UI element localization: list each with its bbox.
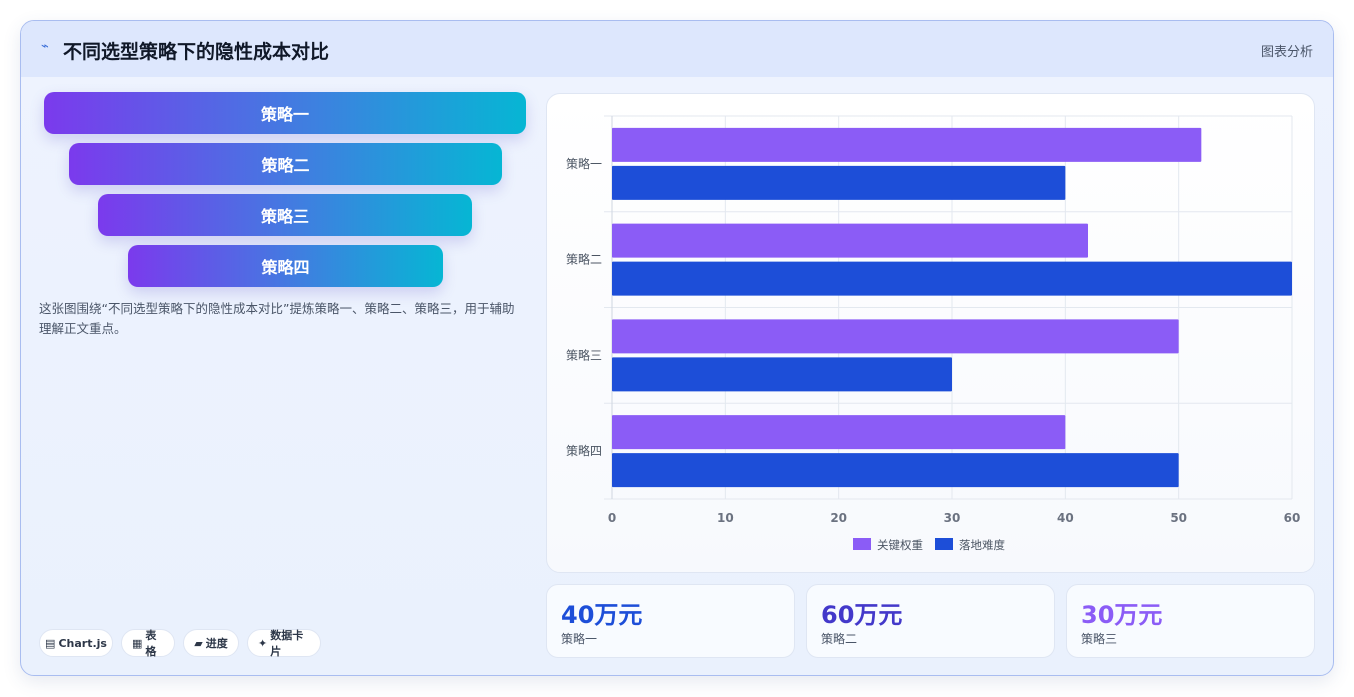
card-icon: ✦ (258, 636, 268, 650)
chip-label: Chart.js (58, 636, 107, 650)
x-tick-label: 20 (830, 511, 847, 525)
x-tick-label: 0 (608, 511, 616, 525)
legend-swatch (853, 538, 871, 550)
y-tick-label: 策略三 (566, 347, 602, 362)
progress-icon: ▰ (194, 636, 203, 650)
page-title: 不同选型策略下的隐性成本对比 (63, 41, 330, 63)
chip-table[interactable]: ▦ 表格 (121, 629, 175, 658)
stat-card-1: 40万元 策略一 (546, 584, 795, 658)
chip-label: 进度 (205, 637, 228, 650)
x-tick-label: 30 (944, 511, 961, 525)
legend-label: 落地难度 (959, 538, 1005, 552)
funnel-item-3: 策略三 (98, 194, 472, 236)
funnel-item-4: 策略四 (128, 245, 443, 287)
chip-label: 数据卡片 (270, 629, 304, 658)
bar-key-weight (612, 223, 1088, 258)
stat-card-2: 60万元 策略二 (806, 584, 1055, 658)
stat-value: 30万元 (1081, 601, 1163, 629)
y-tick-label: 策略四 (566, 443, 602, 458)
chart-card: ⌁ 不同选型策略下的隐性成本对比 图表分析 策略一 策略二 策略三 策略四 这张… (20, 20, 1334, 676)
stat-value: 40万元 (561, 601, 643, 629)
funnel-item-2: 策略二 (69, 143, 502, 185)
bar-difficulty (612, 357, 952, 392)
funnel-item-1: 策略一 (44, 92, 526, 134)
y-tick-label: 策略一 (566, 156, 602, 171)
x-tick-label: 60 (1284, 511, 1301, 525)
card-header: ⌁ 不同选型策略下的隐性成本对比 图表分析 (21, 21, 1333, 77)
bar-chart: 0 10 20 30 40 50 60 策略一策略二策略三策略四关键权重 落地难度 (566, 115, 1301, 552)
legend-swatch (935, 538, 953, 550)
x-tick-label: 10 (717, 511, 734, 525)
stat-label: 策略一 (561, 632, 598, 646)
bar-difficulty (612, 165, 1066, 200)
x-tick-label: 40 (1057, 511, 1074, 525)
stat-card-3: 30万元 策略三 (1066, 584, 1315, 658)
chip-chartjs[interactable]: ▤ Chart.js (39, 629, 113, 657)
chip-progress[interactable]: ▰ 进度 (183, 629, 239, 657)
chip-data-card[interactable]: ✦ 数据卡片 (247, 629, 321, 658)
stat-value: 60万元 (821, 601, 903, 629)
header-tag: 图表分析 (1260, 45, 1313, 60)
y-tick-label: 策略二 (566, 252, 602, 267)
chip-label: 表格 (145, 629, 157, 658)
bar-key-weight (612, 127, 1202, 162)
bar-key-weight (612, 319, 1179, 354)
chart-description: 这张图围绕“不同选型策略下的隐性成本对比”提炼策略一、策略二、策略三，用于辅助理… (39, 301, 515, 336)
x-tick-label: 50 (1170, 511, 1187, 525)
legend-label: 关键权重 (877, 538, 923, 552)
bar-key-weight (612, 415, 1066, 450)
table-icon: ▦ (132, 636, 143, 650)
stat-label: 策略三 (1081, 632, 1118, 646)
bar-difficulty (612, 261, 1292, 296)
chart-icon: ▤ (45, 636, 56, 650)
bar-difficulty (612, 453, 1179, 488)
chart-line-icon: ⌁ (41, 39, 49, 54)
stat-label: 策略二 (821, 632, 858, 646)
chart-panel: 0 10 20 30 40 50 60 策略一策略二策略三策略四关键权重 落地难度 (546, 93, 1315, 573)
